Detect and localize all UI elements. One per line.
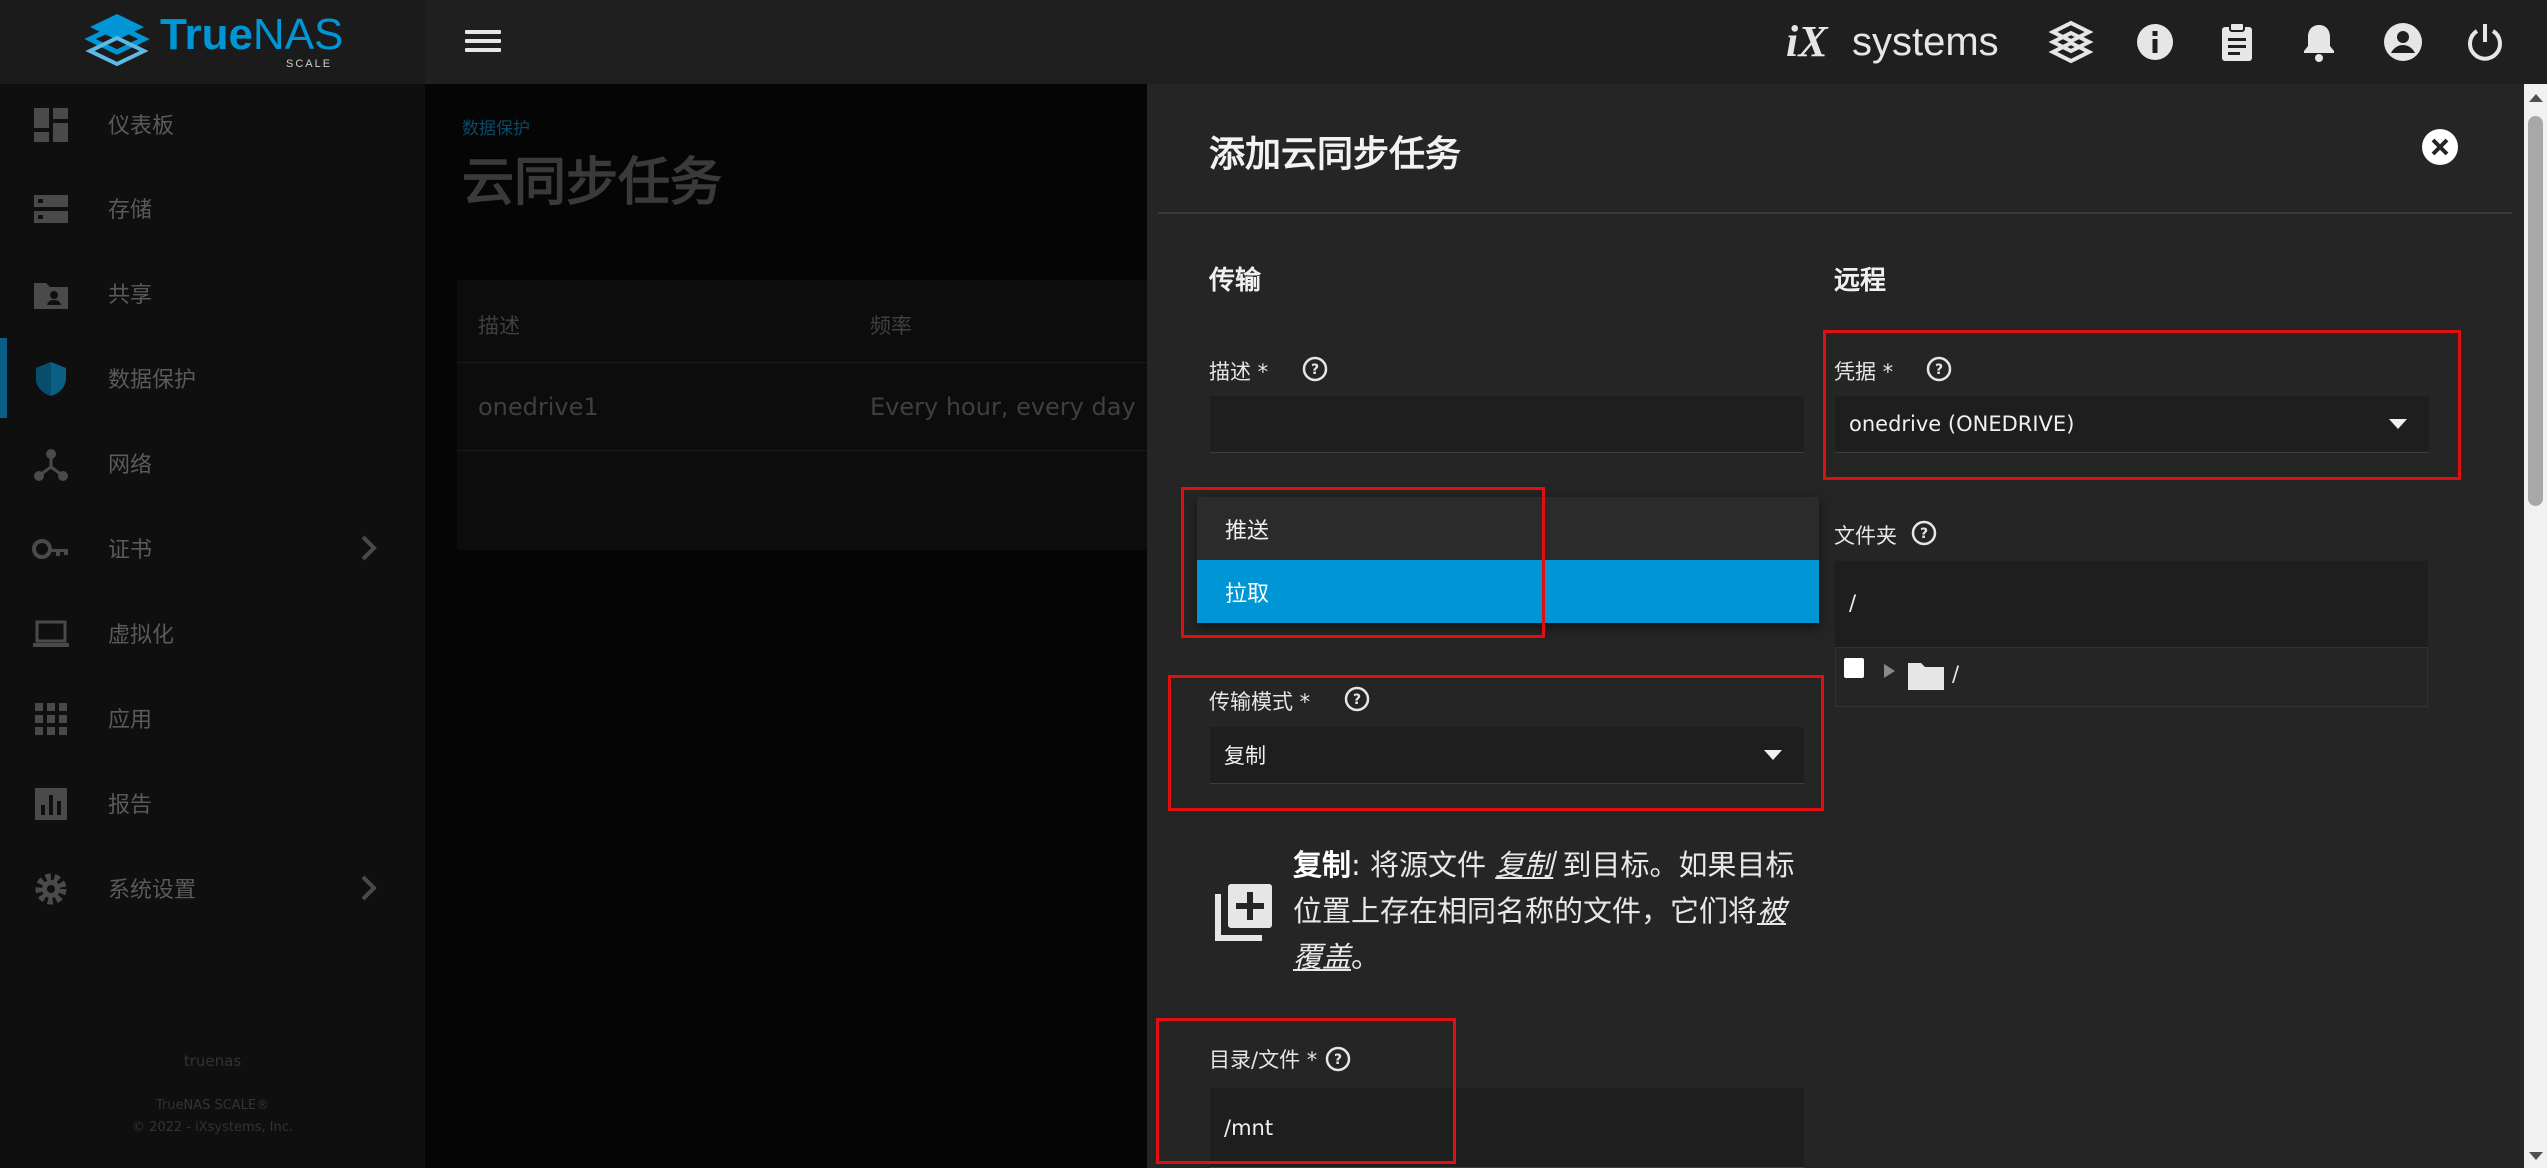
column-header-frequency[interactable]: 频率 (870, 310, 912, 340)
product-name: TrueNAS SCALE® (155, 1098, 270, 1113)
divider (457, 362, 1147, 363)
dashboard-icon (34, 108, 68, 142)
clipboard-icon[interactable] (2214, 19, 2260, 65)
sidebar-item-dashboard[interactable]: 仪表板 (0, 84, 425, 164)
scroll-up-icon[interactable] (2529, 94, 2543, 102)
power-icon[interactable] (2462, 19, 2508, 65)
divider (457, 450, 1147, 451)
sidebar-item-label: 证书 (108, 538, 153, 563)
sidebar-item-label: 数据保护 (108, 368, 197, 393)
folder-label: 文件夹 (1834, 524, 1897, 548)
scroll-down-icon[interactable] (2529, 1152, 2543, 1160)
brand-name: TrueNAS (160, 10, 344, 59)
sidebar-item-label: 报告 (108, 793, 153, 818)
sidebar-item-certificates[interactable]: 证书 (0, 508, 425, 588)
chevron-right-icon (361, 535, 377, 561)
sidebar-item-reports[interactable]: 报告 (0, 763, 425, 843)
sidebar-item-system-settings[interactable]: 系统设置 (0, 848, 425, 928)
table-cell-description: onedrive1 (478, 393, 599, 421)
chevron-right-icon (361, 875, 377, 901)
hamburger-menu-icon[interactable] (463, 25, 503, 59)
storage-icon (34, 195, 68, 223)
help-icon[interactable]: ? (1302, 356, 1328, 382)
folder-checkbox[interactable] (1844, 658, 1864, 678)
sidebar: 仪表板 存储 共享 数据保护 网络 证书 虚拟化 应用 报告 系统设置 true… (0, 84, 425, 1168)
annotation-box-directory (1156, 1018, 1456, 1164)
annotation-box-direction (1181, 487, 1545, 638)
sidebar-item-label: 应用 (108, 708, 153, 733)
bell-icon[interactable] (2296, 19, 2342, 65)
sidebar-item-network[interactable]: 网络 (0, 423, 425, 503)
brand-edition: SCALE (286, 58, 333, 70)
folder-tree-label: / (1952, 662, 1960, 686)
scrollbar-thumb[interactable] (2528, 116, 2543, 506)
hostname: truenas (183, 1052, 242, 1070)
truenas-logo-icon (84, 14, 150, 66)
sidebar-item-label: 网络 (108, 453, 153, 478)
sidebar-item-virtualization[interactable]: 虚拟化 (0, 593, 425, 673)
sidebar-item-label: 虚拟化 (108, 623, 175, 648)
account-icon[interactable] (2380, 19, 2426, 65)
close-icon[interactable] (2421, 128, 2459, 166)
laptop-icon (33, 620, 69, 647)
info-icon[interactable] (2132, 19, 2178, 65)
library-add-icon (1215, 884, 1272, 941)
panel-title: 添加云同步任务 (1209, 134, 1462, 175)
section-remote-heading: 远程 (1834, 266, 1887, 296)
sidebar-item-label: 共享 (108, 283, 153, 308)
apps-grid-icon (35, 703, 67, 735)
help-icon[interactable]: ? (1911, 520, 1937, 546)
sidebar-item-label: 仪表板 (108, 114, 175, 139)
sidebar-item-label: 系统设置 (108, 878, 197, 903)
breadcrumb[interactable]: 数据保护 (462, 114, 530, 139)
shield-icon (36, 362, 66, 396)
sidebar-item-label: 存储 (108, 198, 153, 223)
table-cell-frequency: Every hour, every day (870, 393, 1136, 421)
svg-text:?: ? (1920, 526, 1928, 542)
folder-icon (1908, 663, 1944, 690)
annotation-box-transfer-mode (1168, 675, 1824, 811)
folder-share-icon (34, 283, 68, 309)
section-transfer-heading: 传输 (1209, 266, 1262, 296)
description-input[interactable] (1210, 396, 1804, 453)
gear-icon (35, 873, 67, 905)
brand-area: TrueNAS SCALE (0, 0, 425, 84)
copyright: © 2022 - iXsystems, Inc. (131, 1120, 294, 1135)
description-label: 描述 * (1209, 360, 1269, 384)
network-icon (34, 449, 68, 481)
transfer-mode-hint: 复制: 将源文件 复制 到目标。如果目标位置上存在相同名称的文件，它们将被覆盖。 (1293, 848, 1795, 974)
folder-input[interactable]: / (1835, 575, 2428, 631)
main-content (425, 84, 1147, 1168)
sidebar-item-storage[interactable]: 存储 (0, 168, 425, 248)
panel-divider (1158, 212, 2512, 214)
sidebar-item-data-protection[interactable]: 数据保护 (0, 338, 425, 418)
expand-arrow-icon[interactable] (1884, 664, 1895, 678)
column-header-description[interactable]: 描述 (478, 310, 520, 340)
ixsystems-logo: iX systems (1786, 17, 1999, 66)
annotation-box-credentials (1823, 330, 2461, 480)
key-icon (32, 539, 68, 559)
report-chart-icon (35, 788, 67, 820)
top-toolbar: TrueNAS SCALE iX systems (0, 0, 2547, 84)
svg-text:?: ? (1311, 362, 1319, 378)
page-title: 云同步任务 (462, 153, 723, 213)
truecommand-icon[interactable] (2048, 19, 2094, 65)
sidebar-item-shares[interactable]: 共享 (0, 253, 425, 333)
sidebar-item-apps[interactable]: 应用 (0, 678, 425, 758)
